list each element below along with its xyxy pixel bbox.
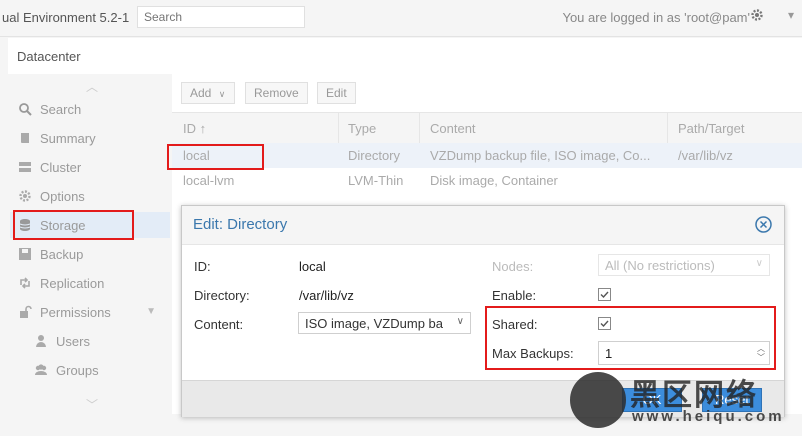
column-divider (338, 113, 339, 143)
column-label: ID (183, 121, 196, 136)
sort-asc-icon: ↑ (199, 121, 207, 136)
shared-label: Shared: (492, 317, 538, 332)
watermark-logo: 黑区网络 www.heiqu.com (570, 370, 802, 430)
watermark-icon (570, 372, 626, 428)
id-value: local (299, 259, 326, 274)
app-title: ual Environment 5.2-1 (2, 10, 130, 25)
chevron-down-icon[interactable]: ▼ (146, 306, 156, 317)
datacenter-header: Datacenter (8, 38, 802, 75)
sidebar-item-backup[interactable]: Backup (10, 241, 170, 267)
column-header-path[interactable]: Path/Target (678, 121, 745, 136)
server-icon (18, 160, 32, 174)
close-icon[interactable] (755, 216, 772, 236)
sidebar-item-label: Permissions (40, 305, 111, 320)
database-icon (18, 218, 32, 232)
user-menu-caret-icon[interactable]: ▾ (788, 8, 794, 22)
dialog-header: Edit: Directory (182, 206, 784, 245)
directory-label: Directory: (194, 288, 250, 303)
cell-type: LVM-Thin (348, 173, 404, 188)
sidebar-item-label: Search (40, 102, 82, 117)
search-icon (18, 102, 32, 116)
sidebar-item-label: Replication (40, 276, 105, 291)
sidebar-item-label: Storage (40, 218, 86, 233)
column-divider (419, 113, 420, 143)
column-header-content[interactable]: Content (430, 121, 476, 136)
book-icon (18, 131, 32, 145)
content-select[interactable]: ISO image, VZDump ba ∨ (298, 312, 471, 334)
max-backups-spinner[interactable]: 1 ︿ ﹀ (598, 341, 770, 365)
nodes-select-value: All (No restrictions) (605, 258, 715, 273)
sidebar-item-summary[interactable]: Summary (10, 125, 170, 151)
add-button-label: Add (190, 86, 212, 100)
sidebar-item-label: Groups (56, 363, 99, 378)
gear-icon[interactable] (750, 8, 764, 25)
sidebar-item-label: Options (40, 189, 85, 204)
sidebar-item-cluster[interactable]: Cluster (10, 154, 170, 180)
users-icon (34, 363, 48, 377)
content-label: Content: (194, 317, 244, 332)
chevron-down-icon: ∨ (456, 316, 464, 327)
spinner-arrows-icon[interactable]: ︿ ﹀ (757, 344, 765, 362)
nodes-label: Nodes: (492, 259, 534, 274)
scroll-up-icon[interactable]: ︿ (86, 78, 98, 95)
sidebar-item-label: Cluster (40, 160, 82, 175)
floppy-icon (18, 247, 32, 261)
search-input[interactable] (137, 6, 305, 28)
top-bar: ual Environment 5.2-1 You are logged in … (0, 0, 802, 37)
chevron-down-icon: ∨ (218, 89, 226, 99)
column-divider (667, 113, 668, 143)
edit-button[interactable]: Edit (317, 82, 356, 104)
shared-checkbox[interactable] (598, 317, 611, 330)
remove-button[interactable]: Remove (245, 82, 308, 104)
cell-id: local-lvm (183, 173, 235, 188)
user-icon (34, 334, 48, 348)
sidebar-item-replication[interactable]: Replication (10, 270, 170, 296)
cell-content: VZDump backup file, ISO image, Co... (430, 148, 651, 163)
max-backups-value: 1 (605, 346, 613, 361)
sidebar-item-label: Backup (40, 247, 84, 262)
sidebar: ︿ Search Summary Cluster Options Storage… (8, 74, 173, 414)
id-label: ID: (194, 259, 211, 274)
grid-header: ID ↑ Type Content Path/Target (172, 112, 802, 144)
login-status: You are logged in as 'root@pam' (562, 10, 750, 25)
watermark-url: www.heiqu.com (632, 408, 785, 425)
cell-type: Directory (348, 148, 401, 163)
sidebar-item-users[interactable]: Users (10, 328, 170, 354)
column-header-id[interactable]: ID ↑ (183, 121, 206, 136)
sidebar-item-options[interactable]: Options (10, 183, 170, 209)
gear-icon (18, 189, 32, 203)
cell-content: Disk image, Container (430, 173, 558, 188)
enable-label: Enable: (492, 288, 537, 303)
chevron-down-icon: ∨ (755, 258, 763, 269)
sidebar-item-groups[interactable]: Groups (10, 357, 170, 383)
column-header-type[interactable]: Type (348, 121, 376, 136)
unlock-icon (18, 305, 32, 319)
sidebar-item-storage[interactable]: Storage (10, 212, 170, 238)
sidebar-item-search[interactable]: Search (10, 96, 170, 122)
datacenter-title: Datacenter (17, 49, 81, 64)
content-select-value: ISO image, VZDump ba (305, 316, 443, 331)
sidebar-item-label: Summary (40, 131, 96, 146)
sidebar-item-label: Users (56, 334, 90, 349)
table-row[interactable]: local Directory VZDump backup file, ISO … (172, 143, 802, 168)
table-row[interactable]: local-lvm LVM-Thin Disk image, Container (172, 168, 802, 193)
retweet-icon (18, 276, 32, 290)
sidebar-item-permissions[interactable]: Permissions ▼ (10, 299, 170, 325)
cell-path: /var/lib/vz (678, 148, 733, 163)
max-backups-label: Max Backups: (492, 346, 574, 361)
add-button[interactable]: Add ∨ (181, 82, 235, 104)
cell-id: local (183, 148, 210, 163)
enable-checkbox[interactable] (598, 288, 611, 301)
toolbar: Add ∨ Remove Edit (172, 74, 802, 112)
directory-value: /var/lib/vz (299, 288, 354, 303)
nodes-select[interactable]: All (No restrictions) ∨ (598, 254, 770, 276)
scroll-down-icon[interactable]: ﹀ (86, 396, 98, 413)
dialog-title: Edit: Directory (193, 216, 288, 233)
